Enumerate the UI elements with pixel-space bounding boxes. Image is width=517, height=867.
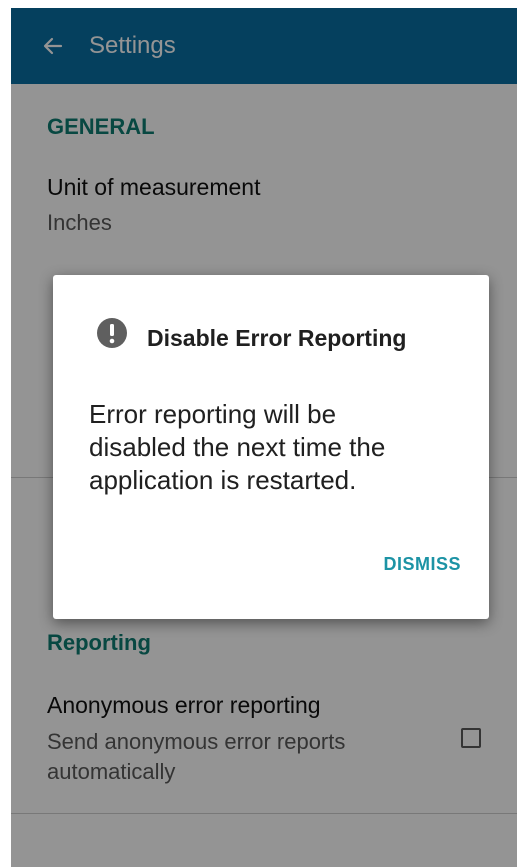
screen: Settings GENERAL Unit of measurement Inc…: [0, 0, 517, 867]
dismiss-button[interactable]: DISMISS: [383, 554, 461, 575]
dialog-message-line-1: Error reporting will be: [89, 399, 337, 429]
alert-circle-icon: [95, 316, 129, 350]
dialog-message: Error reporting will be disabled the nex…: [89, 398, 459, 497]
dialog-message-line-2: disabled the next time the: [89, 432, 386, 462]
dialog-title: Disable Error Reporting: [147, 325, 407, 351]
status-strip: [0, 0, 517, 8]
disable-error-reporting-dialog: Disable Error Reporting Error reporting …: [53, 275, 489, 619]
dialog-message-line-3: application is restarted.: [89, 465, 357, 495]
